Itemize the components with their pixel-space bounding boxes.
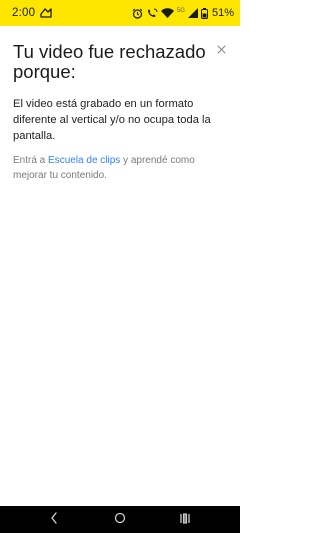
home-button[interactable] (112, 512, 128, 528)
navigation-bar (0, 506, 240, 533)
status-bar: 2:00 5G 51% (0, 0, 240, 26)
notification-icon (40, 8, 52, 18)
back-icon (50, 511, 58, 529)
network-label: 5G (176, 7, 185, 14)
help-text-prefix: Entrá a (13, 155, 49, 166)
battery-percentage: 51% (211, 7, 234, 19)
rejection-message: El video está grabado en un formato dife… (13, 98, 211, 142)
dialog-title: Tu video fue rechazado porque: (13, 41, 206, 82)
home-icon (114, 511, 126, 529)
recents-icon (179, 511, 191, 529)
status-left: 2:00 (12, 7, 52, 19)
status-right: 5G 51% (132, 7, 234, 19)
alarm-icon (132, 8, 143, 19)
close-icon (216, 41, 226, 59)
battery-icon (200, 7, 208, 19)
signal-icon (187, 8, 198, 18)
wifi-icon (160, 8, 174, 18)
close-button[interactable] (211, 40, 231, 60)
clips-school-link[interactable]: Escuela de clips (48, 155, 120, 166)
back-button[interactable] (46, 512, 62, 528)
status-time: 2:00 (12, 7, 36, 19)
help-text: Entrá a Escuela de clips y aprendé como … (13, 154, 231, 183)
wifi-calling-icon (146, 8, 158, 19)
recents-button[interactable] (177, 512, 193, 528)
